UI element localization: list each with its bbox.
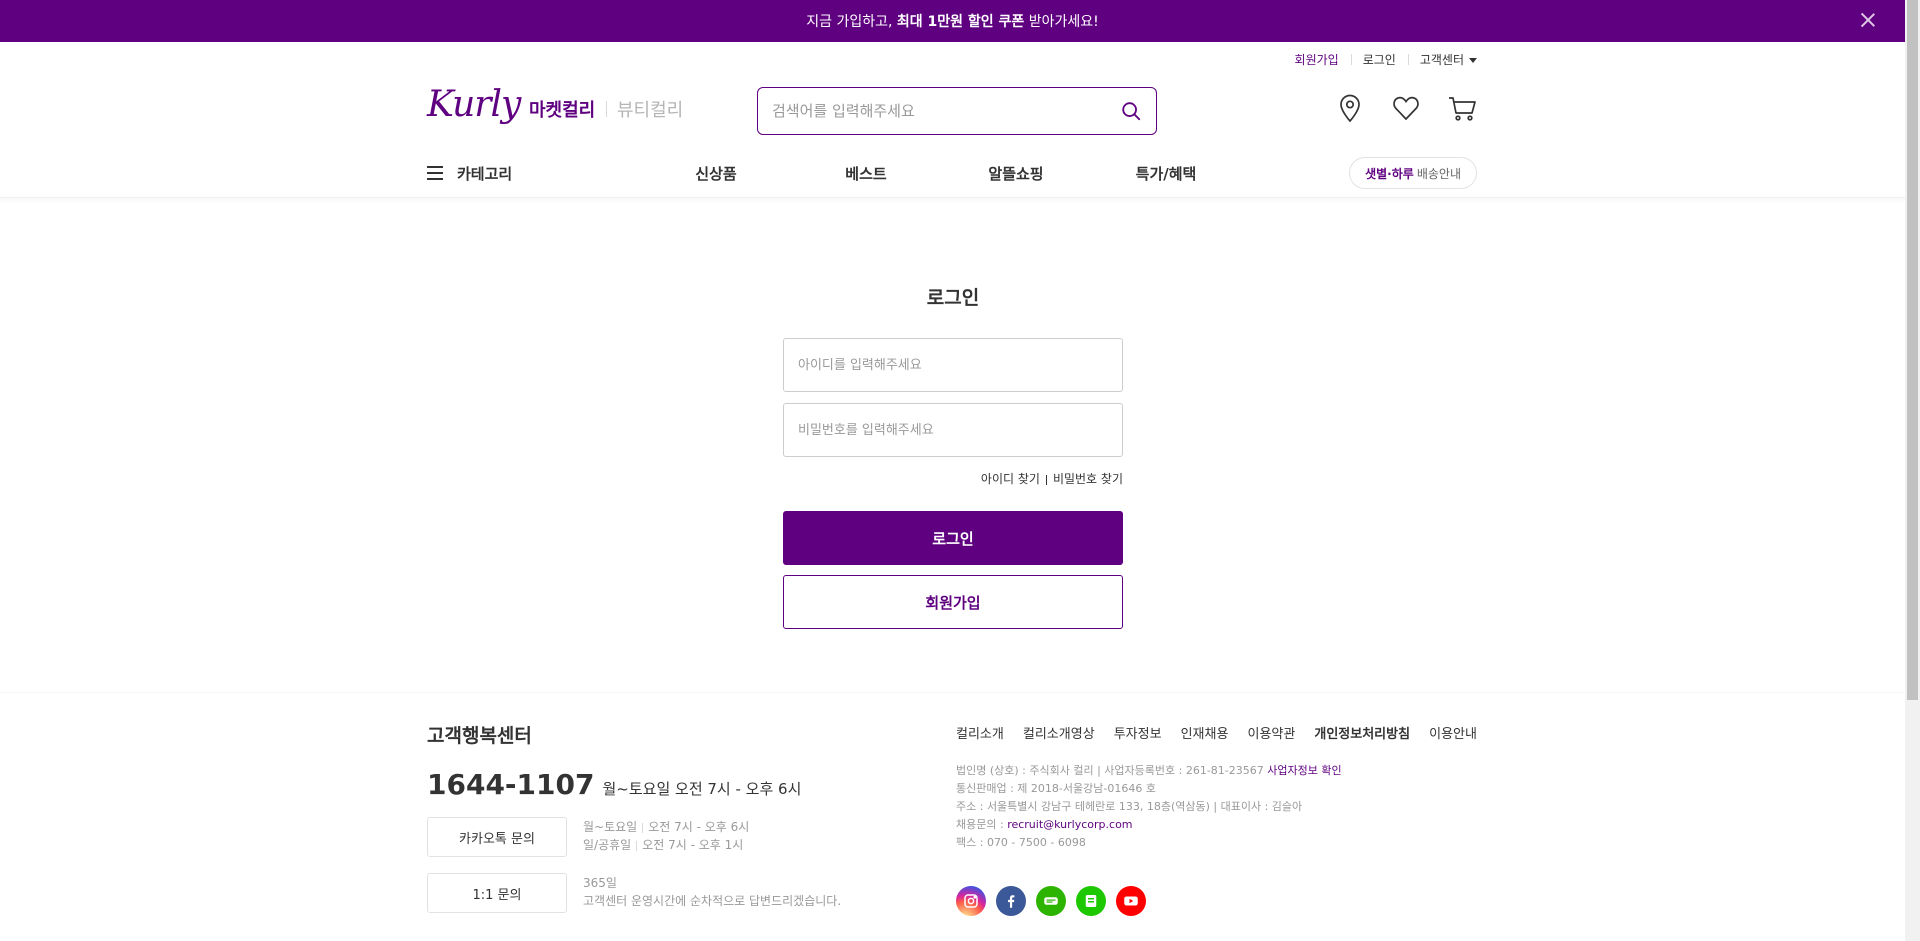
naver-post-icon[interactable] <box>1076 886 1106 916</box>
blog-icon[interactable] <box>1036 886 1066 916</box>
footer-link-terms[interactable]: 이용약관 <box>1247 723 1295 742</box>
youtube-icon[interactable] <box>1116 886 1146 916</box>
logo-row: Kurly 마켓컬리 뷰티컬리 <box>427 84 1477 144</box>
kurly-logo[interactable]: Kurly <box>427 84 521 125</box>
id-input[interactable] <box>798 357 1108 373</box>
kakao-row: 카카오톡 문의 월~토요일 오전 7시 - 오후 6시 일/공휴일 오전 7시 - … <box>427 817 927 857</box>
footer-link-guide[interactable]: 이용안내 <box>1429 723 1477 742</box>
login-title: 로그인 <box>926 287 980 309</box>
find-links: 아이디 찾기 비밀번호 찾기 <box>783 470 1123 487</box>
footer: 고객행복센터 1644-1107 월~토요일 오전 7시 - 오후 6시 카카오… <box>0 692 1905 941</box>
gnb-item-saving[interactable]: 알뜰쇼핑 <box>941 163 1091 184</box>
tab-beauty-kurly[interactable]: 뷰티컬리 <box>617 96 683 122</box>
footer-link-privacy[interactable]: 개인정보처리방침 <box>1314 723 1410 742</box>
close-icon[interactable] <box>1859 11 1877 29</box>
recruit-email-link[interactable]: recruit@kurlycorp.com <box>1007 818 1132 831</box>
util-join-link[interactable]: 회원가입 <box>1283 51 1351 68</box>
cart-icon[interactable] <box>1447 92 1477 124</box>
phone-number: 1644-1107 <box>427 768 595 801</box>
phone-hours: 월~토요일 오전 7시 - 오후 6시 <box>602 780 802 798</box>
util-login-link[interactable]: 로그인 <box>1350 51 1408 68</box>
footer-link-recruit[interactable]: 인재채용 <box>1181 723 1229 742</box>
location-pin-icon[interactable] <box>1335 92 1365 124</box>
facebook-icon[interactable] <box>996 886 1026 916</box>
gnb-menu: 신상품 베스트 알뜰쇼핑 특가/혜택 <box>641 163 1241 184</box>
footer-links: 컬리소개 컬리소개영상 투자정보 인재채용 이용약관 개인정보처리방침 이용안내 <box>956 723 1477 742</box>
business-info: 법인명 (상호) : 주식회사 컬리 | 사업자등록번호 : 261-81-23… <box>956 764 1342 849</box>
scrollbar[interactable] <box>1905 0 1920 941</box>
one-on-one-inquiry-button[interactable]: 1:1 문의 <box>427 873 567 913</box>
delivery-info-button[interactable]: 샛별·하루 배송안내 <box>1349 157 1477 189</box>
util-customer-center[interactable]: 고객센터 <box>1407 51 1477 68</box>
signup-button[interactable]: 회원가입 <box>783 575 1123 629</box>
search-box <box>757 87 1157 135</box>
password-field-box <box>783 403 1123 457</box>
utility-menu: 회원가입 로그인 고객센터 <box>427 50 1477 68</box>
login-form: 로그인 아이디 찾기 비밀번호 찾기 로그인 회원가입 <box>783 283 1123 629</box>
customer-center-title: 고객행복센터 <box>427 725 532 747</box>
kakao-hours: 월~토요일 오전 7시 - 오후 6시 일/공휴일 오전 7시 - 오후 1시 <box>583 820 750 852</box>
delivery-label: 배송안내 <box>1416 166 1461 181</box>
login-button[interactable]: 로그인 <box>783 511 1123 565</box>
header-icons <box>1335 92 1477 124</box>
category-menu[interactable]: 카테고리 <box>427 163 639 184</box>
sns-links <box>956 886 1477 916</box>
password-input[interactable] <box>798 422 1108 438</box>
gnb-item-special[interactable]: 특가/혜택 <box>1091 163 1241 184</box>
global-nav: 카테고리 신상품 베스트 알뜰쇼핑 특가/혜택 샛별·하루 배송안내 <box>427 148 1477 198</box>
business-info-link[interactable]: 사업자정보 확인 <box>1267 764 1341 777</box>
hamburger-icon <box>427 166 443 180</box>
customer-center: 고객행복센터 1644-1107 월~토요일 오전 7시 - 오후 6시 카카오… <box>427 721 927 913</box>
heart-icon[interactable] <box>1391 92 1421 124</box>
page: 지금 가입하고, 최대 1만원 할인 쿠폰 받아가세요! 회원가입 로그인 고객… <box>0 0 1905 941</box>
footer-link-about[interactable]: 컬리소개 <box>956 723 1004 742</box>
search-input[interactable] <box>772 102 1120 120</box>
divider <box>1045 474 1047 485</box>
tab-divider <box>606 101 607 117</box>
gnb-item-new[interactable]: 신상품 <box>641 163 791 184</box>
caret-down-icon <box>1469 57 1477 63</box>
oneone-row: 1:1 문의 365일 고객센터 운영시간에 순차적으로 답변드리겠습니다. <box>427 873 927 913</box>
promo-banner[interactable]: 지금 가입하고, 최대 1만원 할인 쿠폰 받아가세요! <box>0 0 1905 42</box>
phone-row: 1644-1107 월~토요일 오전 7시 - 오후 6시 <box>427 768 927 801</box>
scrollbar-thumb[interactable] <box>1907 0 1918 700</box>
search-icon[interactable] <box>1120 100 1142 122</box>
find-password-link[interactable]: 비밀번호 찾기 <box>1053 472 1123 486</box>
instagram-icon[interactable] <box>956 886 986 916</box>
footer-link-invest[interactable]: 투자정보 <box>1114 723 1162 742</box>
kakao-inquiry-button[interactable]: 카카오톡 문의 <box>427 817 567 857</box>
delivery-bold-label: 샛별·하루 <box>1365 166 1414 181</box>
company-info: 컬리소개 컬리소개영상 투자정보 인재채용 이용약관 개인정보처리방침 이용안내… <box>956 723 1477 916</box>
gnb-item-best[interactable]: 베스트 <box>791 163 941 184</box>
oneone-hours: 365일 고객센터 운영시간에 순차적으로 답변드리겠습니다. <box>583 876 842 908</box>
find-id-link[interactable]: 아이디 찾기 <box>981 472 1040 486</box>
promo-text: 지금 가입하고, 최대 1만원 할인 쿠폰 받아가세요! <box>806 14 1099 30</box>
tab-market-kurly[interactable]: 마켓컬리 <box>529 96 595 122</box>
header: 회원가입 로그인 고객센터 Kurly 마켓컬리 뷰티컬리 카테고리 <box>0 42 1905 198</box>
footer-link-video[interactable]: 컬리소개영상 <box>1023 723 1095 742</box>
category-label: 카테고리 <box>457 164 513 183</box>
id-field-box <box>783 338 1123 392</box>
